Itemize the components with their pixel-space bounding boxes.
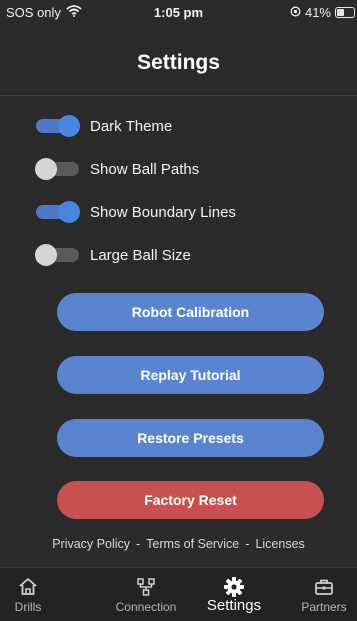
battery-icon (335, 7, 355, 18)
tab-partners[interactable]: Partners (292, 568, 356, 621)
dark-theme-label: Dark Theme (90, 117, 173, 135)
tab-connection[interactable]: Connection (106, 568, 186, 621)
tab-drills[interactable]: Drills (0, 568, 58, 621)
dark-theme-row[interactable]: Dark Theme (36, 113, 172, 139)
tab-settings[interactable]: Settings (199, 568, 269, 621)
toggle-knob (58, 115, 80, 137)
briefcase-icon (314, 577, 334, 597)
footer-links: Privacy Policy - Terms of Service - Licenses (0, 537, 357, 551)
dark-theme-toggle[interactable] (36, 115, 80, 137)
tab-settings-label: Settings (206, 597, 262, 614)
replay-tutorial-button[interactable]: Replay Tutorial (57, 356, 324, 394)
show-ball-paths-label: Show Ball Paths (90, 160, 200, 178)
gear-icon (223, 577, 245, 597)
network-icon (136, 577, 156, 597)
show-boundary-lines-toggle[interactable] (36, 201, 80, 223)
header: Settings (0, 28, 357, 96)
show-ball-paths-toggle[interactable] (35, 158, 79, 180)
show-ball-paths-row[interactable]: Show Ball Paths (35, 156, 200, 182)
large-ball-size-label: Large Ball Size (90, 246, 191, 264)
tab-partners-label: Partners (301, 600, 347, 614)
toggle-knob (35, 158, 57, 180)
toggle-knob (35, 244, 57, 266)
show-boundary-lines-row[interactable]: Show Boundary Lines (36, 199, 236, 225)
tab-bar: Drills Connection Settings Partners (0, 567, 357, 621)
toggle-knob (58, 201, 80, 223)
status-bar: SOS only 1:05 pm 41% (0, 0, 357, 28)
link-separator: - (136, 537, 141, 551)
tab-drills-label: Drills (14, 600, 42, 614)
status-right: 41% (290, 5, 355, 20)
large-ball-size-row[interactable]: Large Ball Size (35, 242, 191, 268)
terms-of-service-link[interactable]: Terms of Service (146, 537, 239, 551)
show-boundary-lines-label: Show Boundary Lines (90, 203, 236, 221)
privacy-policy-link[interactable]: Privacy Policy (52, 537, 130, 551)
page-title: Settings (137, 51, 220, 74)
battery-percent: 41% (304, 5, 331, 20)
restore-presets-button[interactable]: Restore Presets (57, 419, 324, 457)
robot-calibration-button[interactable]: Robot Calibration (57, 293, 324, 331)
licenses-link[interactable]: Licenses (255, 537, 304, 551)
link-separator: - (245, 537, 250, 551)
large-ball-size-toggle[interactable] (35, 244, 79, 266)
tab-connection-label: Connection (115, 600, 177, 614)
orientation-lock-icon (290, 5, 301, 20)
factory-reset-button[interactable]: Factory Reset (57, 481, 324, 519)
home-icon (18, 577, 38, 597)
